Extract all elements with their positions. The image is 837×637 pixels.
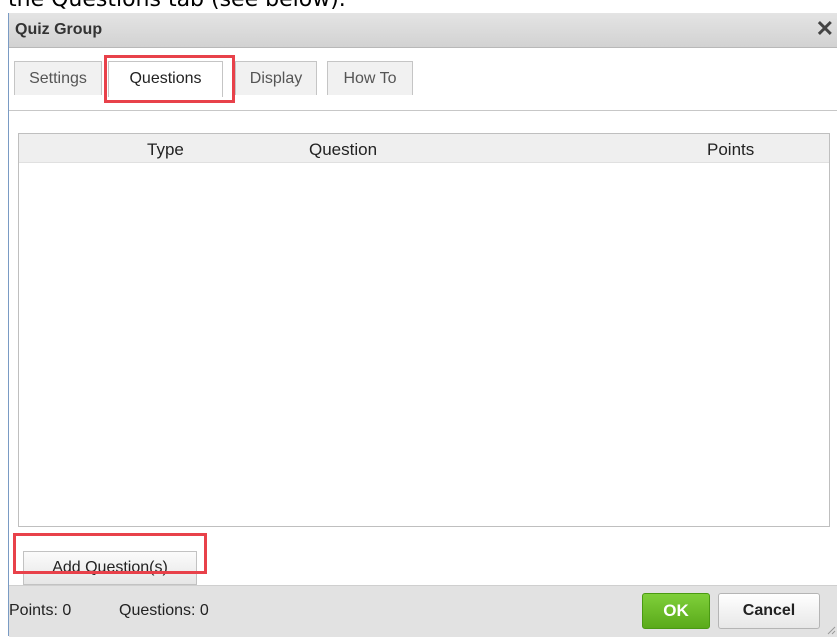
tab-label: Display: [249, 70, 303, 87]
tab-display[interactable]: Display: [235, 61, 317, 95]
add-questions-button[interactable]: Add Question(s): [23, 551, 197, 585]
column-header-question[interactable]: Question: [309, 140, 377, 160]
points-total: Points: 0: [9, 602, 72, 619]
tab-label: Questions: [129, 70, 202, 87]
dialog-footer: Points: 0 Questions: 0 OK Cancel: [9, 585, 837, 637]
tab-questions[interactable]: Questions: [108, 61, 223, 97]
tab-how-to[interactable]: How To: [327, 61, 413, 95]
questions-table: Type Question Points: [18, 133, 830, 527]
tab-label: Settings: [29, 70, 87, 87]
tab-label: How To: [343, 70, 397, 87]
questions-count: Questions: 0: [119, 602, 209, 619]
tab-strip: Settings Questions Display How To: [9, 48, 837, 111]
resize-grip-icon[interactable]: [826, 625, 836, 635]
table-header: Type Question Points: [19, 134, 829, 163]
quiz-group-dialog: Quiz Group ✕ Settings Questions Display …: [8, 13, 837, 637]
cancel-button[interactable]: Cancel: [718, 593, 820, 629]
dialog-titlebar: Quiz Group ✕: [9, 13, 837, 48]
tab-settings[interactable]: Settings: [14, 61, 102, 95]
dialog-title: Quiz Group: [15, 21, 103, 38]
column-header-type[interactable]: Type: [147, 140, 184, 160]
column-header-points[interactable]: Points: [707, 140, 754, 160]
ok-button[interactable]: OK: [642, 593, 710, 629]
close-icon[interactable]: ✕: [816, 16, 834, 42]
caption-text: the Questions tab (see below).: [8, 0, 346, 12]
